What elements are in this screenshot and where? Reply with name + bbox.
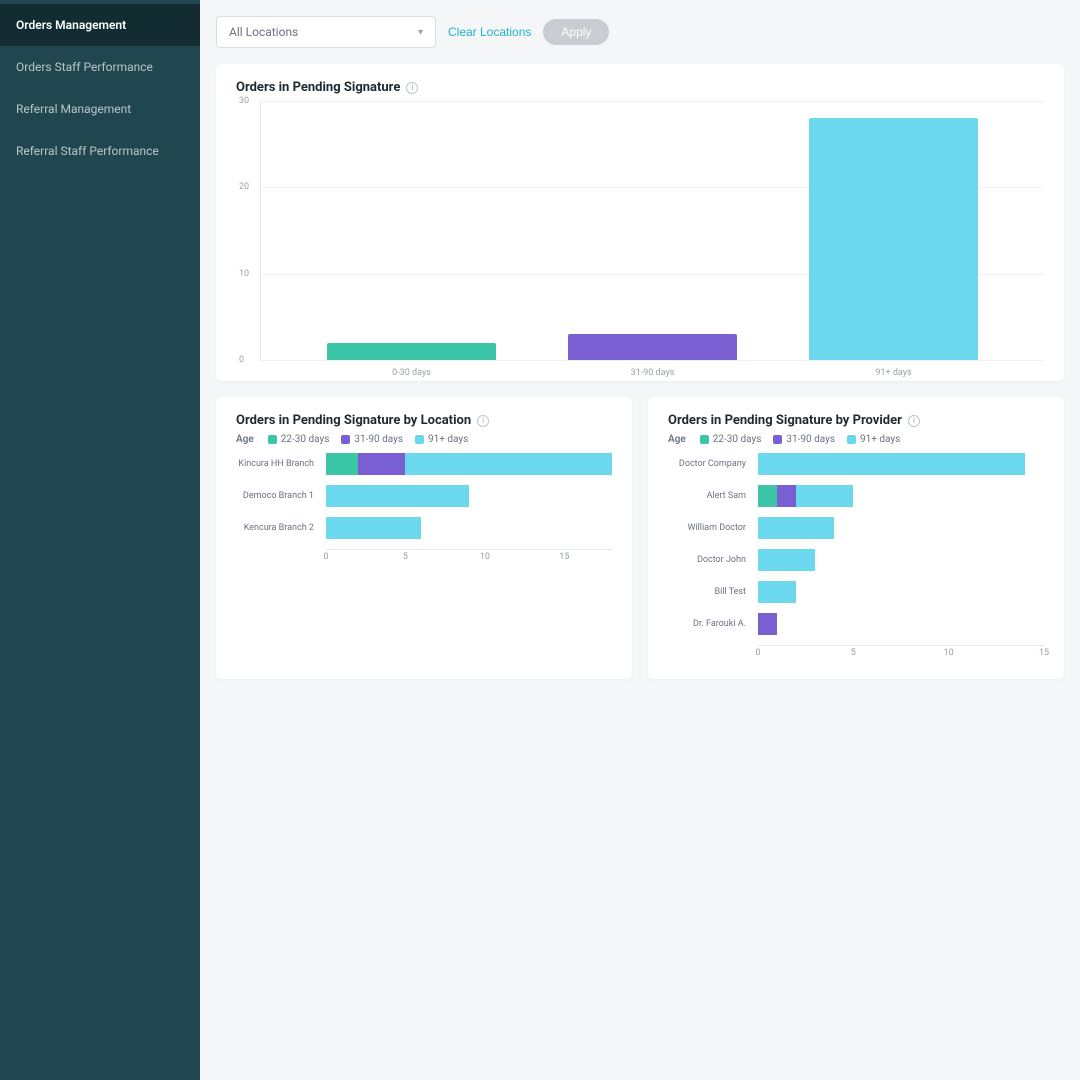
apply-button[interactable]: Apply	[543, 19, 609, 45]
bar[interactable]	[809, 118, 978, 360]
legend-swatch	[700, 435, 709, 444]
bar-segment[interactable]	[758, 453, 1025, 475]
chart-row: Doctor John	[758, 549, 1044, 571]
legend-item: 91+ days	[415, 434, 468, 445]
info-icon[interactable]: i	[908, 415, 920, 427]
x-tick-label: 0	[323, 552, 328, 562]
x-tick-label: 31-90 days	[631, 368, 675, 378]
card-row: Orders in Pending Signature by Location …	[216, 397, 1064, 679]
x-tick-label: 5	[403, 552, 408, 562]
x-tick-label: 0	[755, 648, 760, 658]
legend-text: 91+ days	[428, 434, 468, 445]
category-label: Alert Sam	[668, 491, 752, 501]
y-tick-label: 20	[239, 182, 249, 192]
card-title: Orders in Pending Signature by Provider	[668, 413, 902, 428]
x-tick-label: 5	[851, 648, 856, 658]
x-tick-label: 91+ days	[875, 368, 911, 378]
legend-item: 22-30 days	[268, 434, 330, 445]
bar-segment[interactable]	[358, 453, 406, 475]
bar-segment[interactable]	[326, 453, 358, 475]
card-by-provider: Orders in Pending Signature by Provider …	[648, 397, 1064, 679]
bar-segment[interactable]	[777, 485, 796, 507]
category-label: Doctor Company	[668, 459, 752, 469]
bar[interactable]	[568, 334, 737, 360]
chart-by-location: Kincura HH Branch Democo Branch 1 Kencura …	[236, 453, 612, 563]
bar-segment[interactable]	[326, 485, 469, 507]
y-tick-label: 0	[239, 355, 244, 365]
bar-segment[interactable]	[326, 517, 421, 539]
x-tick-label: 10	[480, 552, 490, 562]
card-title: Orders in Pending Signature by Location	[236, 413, 471, 428]
main-content: All Locations ▾ Clear Locations Apply Or…	[200, 0, 1080, 1080]
legend-swatch	[268, 435, 277, 444]
card-by-location: Orders in Pending Signature by Location …	[216, 397, 632, 679]
legend-item: 31-90 days	[341, 434, 403, 445]
legend-text: 22-30 days	[713, 434, 762, 445]
x-tick-label: 0-30 days	[392, 368, 431, 378]
y-tick-label: 10	[239, 269, 249, 279]
location-select[interactable]: All Locations ▾	[216, 16, 436, 48]
bar-segment[interactable]	[758, 549, 815, 571]
legend-item: 91+ days	[847, 434, 900, 445]
category-label: Kincura HH Branch	[236, 459, 320, 469]
card-pending-signature: Orders in Pending Signature i 01020300-3…	[216, 64, 1064, 381]
card-title: Orders in Pending Signature	[236, 80, 400, 95]
legend-text: 22-30 days	[281, 434, 330, 445]
x-tick-label: 10	[944, 648, 954, 658]
chevron-down-icon: ▾	[418, 27, 423, 38]
bar-segment[interactable]	[796, 485, 853, 507]
x-tick-label: 15	[1039, 648, 1049, 658]
legend: Age 22-30 days 31-90 days 91+ days	[236, 434, 612, 445]
location-select-value: All Locations	[229, 25, 298, 39]
legend-text: 31-90 days	[786, 434, 835, 445]
sidebar-item-referral-staff-performance[interactable]: Referral Staff Performance	[0, 130, 200, 172]
bar-segment[interactable]	[758, 581, 796, 603]
legend-text: 31-90 days	[354, 434, 403, 445]
legend: Age 22-30 days 31-90 days 91+ days	[668, 434, 1044, 445]
legend-text: 91+ days	[860, 434, 900, 445]
bar-segment[interactable]	[405, 453, 612, 475]
chart-row: Kencura Branch 2	[326, 517, 612, 539]
sidebar-item-orders-management[interactable]: Orders Management	[0, 4, 200, 46]
legend-swatch	[415, 435, 424, 444]
legend-swatch	[773, 435, 782, 444]
legend-item: 22-30 days	[700, 434, 762, 445]
info-icon[interactable]: i	[406, 82, 418, 94]
chart-row: Bill Test	[758, 581, 1044, 603]
chart-row: Democo Branch 1	[326, 485, 612, 507]
bar-segment[interactable]	[758, 485, 777, 507]
x-tick-label: 15	[559, 552, 569, 562]
clear-locations-button[interactable]: Clear Locations	[448, 25, 531, 39]
legend-label: Age	[236, 434, 254, 445]
bar-segment[interactable]	[758, 517, 834, 539]
app-root: Orders Management Orders Staff Performan…	[0, 0, 1080, 1080]
legend-label: Age	[668, 434, 686, 445]
category-label: Bill Test	[668, 587, 752, 597]
info-icon[interactable]: i	[477, 415, 489, 427]
category-label: Democo Branch 1	[236, 491, 320, 501]
chart-row: Kincura HH Branch	[326, 453, 612, 475]
chart-pending-signature: 01020300-30 days31-90 days91+ days	[260, 101, 1044, 361]
sidebar-item-orders-staff-performance[interactable]: Orders Staff Performance	[0, 46, 200, 88]
legend-swatch	[341, 435, 350, 444]
sidebar: Orders Management Orders Staff Performan…	[0, 0, 200, 1080]
category-label: Kencura Branch 2	[236, 523, 320, 533]
bar[interactable]	[327, 343, 496, 360]
category-label: Dr. Farouki A.	[668, 619, 752, 629]
filter-bar: All Locations ▾ Clear Locations Apply	[216, 16, 1064, 48]
chart-row: Dr. Farouki A.	[758, 613, 1044, 635]
category-label: William Doctor	[668, 523, 752, 533]
legend-item: 31-90 days	[773, 434, 835, 445]
chart-by-provider: Doctor Company Alert Sam William Doctor Doc…	[668, 453, 1044, 659]
chart-row: Doctor Company	[758, 453, 1044, 475]
legend-swatch	[847, 435, 856, 444]
sidebar-item-referral-management[interactable]: Referral Management	[0, 88, 200, 130]
chart-row: Alert Sam	[758, 485, 1044, 507]
bar-segment[interactable]	[758, 613, 777, 635]
y-tick-label: 30	[239, 96, 249, 106]
category-label: Doctor John	[668, 555, 752, 565]
chart-row: William Doctor	[758, 517, 1044, 539]
